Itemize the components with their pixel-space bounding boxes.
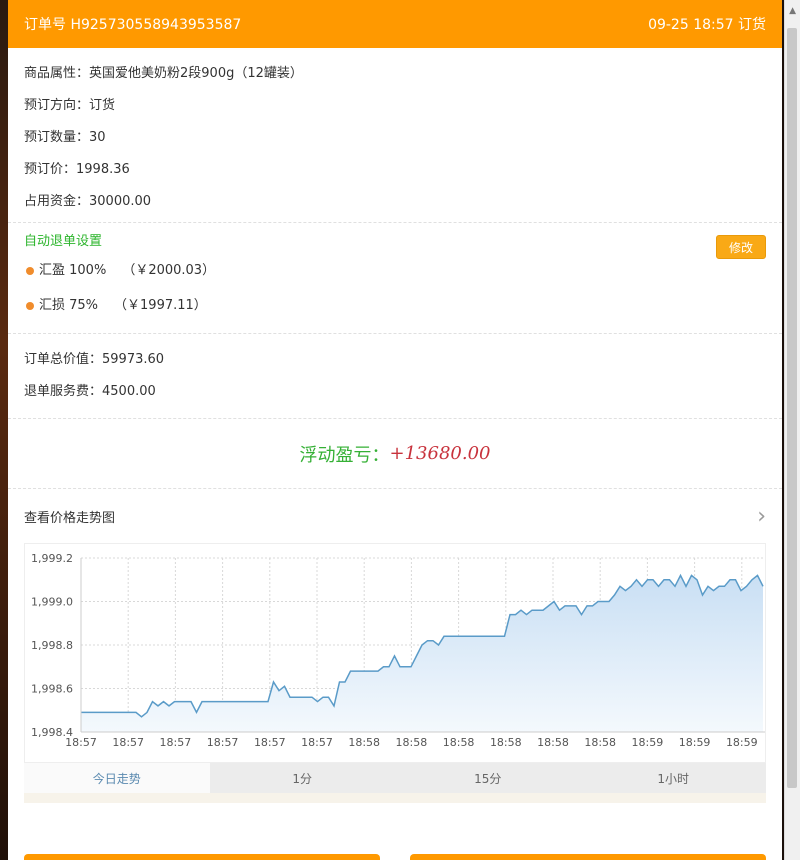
- x-tick-label: 18:59: [632, 736, 664, 749]
- background-strip: [0, 0, 8, 860]
- x-tick-label: 18:57: [65, 736, 97, 749]
- stop-loss-row: 汇损 75% （￥1997.11）: [24, 288, 766, 323]
- y-tick-label: 1,999.2: [31, 552, 73, 565]
- order-header: 订单号 H925730558943953587 09-25 18:57 订货: [8, 0, 782, 48]
- bottom-button-left[interactable]: [24, 854, 380, 860]
- x-tick-label: 18:59: [679, 736, 711, 749]
- bullet-icon: [26, 301, 34, 310]
- service-fee: 退单服务费：4500.00: [24, 384, 156, 399]
- stop-loss-value: （￥1997.11）: [114, 298, 207, 313]
- bottom-button-right[interactable]: [410, 854, 766, 860]
- tab-1hour[interactable]: 1小时: [581, 763, 767, 793]
- footer-strip: [24, 793, 766, 803]
- order-info-section: 商品属性：英国爱他美奶粉2段900g（12罐装） 预订方向：订货 预订数量：30…: [8, 48, 782, 223]
- edit-button[interactable]: 修改: [716, 235, 766, 259]
- order-number: 订单号 H925730558943953587: [24, 17, 242, 33]
- x-tick-label: 18:57: [301, 736, 333, 749]
- auto-close-section: 自动退单设置 修改 汇盈 100% （￥2000.03） 汇损 75% （￥1997…: [8, 223, 782, 334]
- take-profit-value: （￥2000.03）: [122, 263, 216, 278]
- bullet-icon: [26, 266, 34, 275]
- x-tick-label: 18:57: [207, 736, 239, 749]
- order-detail-panel: 订单号 H925730558943953587 09-25 18:57 订货 商…: [8, 0, 782, 860]
- y-tick-label: 1,998.8: [31, 639, 73, 652]
- x-tick-label: 18:58: [396, 736, 428, 749]
- scrollbar-thumb[interactable]: [787, 28, 797, 788]
- x-tick-label: 18:58: [584, 736, 616, 749]
- order-direction: 预订方向：订货: [24, 98, 116, 113]
- x-tick-label: 18:58: [443, 736, 475, 749]
- x-tick-label: 18:57: [254, 736, 286, 749]
- order-time-direction: 09-25 18:57 订货: [648, 17, 766, 33]
- price-area: [81, 575, 763, 732]
- x-tick-label: 18:58: [490, 736, 522, 749]
- chevron-right-icon: ›: [757, 503, 766, 529]
- tab-15min[interactable]: 15分: [395, 763, 581, 793]
- occupied-capital: 占用资金：30000.00: [24, 194, 152, 209]
- order-quantity: 预订数量：30: [24, 130, 106, 145]
- pnl-label: 浮动盈亏：: [299, 444, 390, 466]
- tab-today[interactable]: 今日走势: [24, 763, 210, 793]
- x-tick-label: 18:57: [160, 736, 192, 749]
- order-price: 预订价：1998.36: [24, 162, 130, 177]
- pnl-value: +13680.00: [389, 443, 491, 464]
- price-trend-link[interactable]: 查看价格走势图 ›: [8, 489, 782, 543]
- take-profit-label: 汇盈 100%: [39, 263, 107, 278]
- price-chart-svg: 1,999.21,999.01,998.81,998.61,998.418:57…: [31, 552, 765, 749]
- y-tick-label: 1,999.0: [31, 596, 73, 609]
- y-tick-label: 1,998.6: [31, 683, 73, 696]
- scroll-up-icon[interactable]: ▲: [789, 6, 796, 16]
- product-attribute: 商品属性：英国爱他美奶粉2段900g（12罐装）: [24, 66, 303, 81]
- scrollbar[interactable]: ▲: [784, 0, 800, 860]
- chart-period-tabs: 今日走势 1分 15分 1小时: [24, 763, 766, 793]
- stop-loss-label: 汇损 75%: [39, 298, 99, 313]
- take-profit-row: 汇盈 100% （￥2000.03）: [24, 253, 766, 288]
- price-chart: 1,999.2 1,999.0 1,998.8 1,998.6 1,998.4 18:57…: [24, 543, 766, 763]
- totals-section: 订单总价值：59973.60 退单服务费：4500.00: [8, 334, 782, 419]
- x-tick-label: 18:58: [348, 736, 380, 749]
- auto-close-title: 自动退单设置: [24, 234, 103, 249]
- floating-pnl: 浮动盈亏： +13680.00: [8, 419, 782, 489]
- x-tick-label: 18:58: [537, 736, 569, 749]
- order-total-value: 订单总价值：59973.60: [24, 352, 165, 367]
- tab-1min[interactable]: 1分: [210, 763, 396, 793]
- price-trend-label: 查看价格走势图: [24, 510, 116, 526]
- x-tick-label: 18:59: [726, 736, 758, 749]
- x-tick-label: 18:57: [112, 736, 144, 749]
